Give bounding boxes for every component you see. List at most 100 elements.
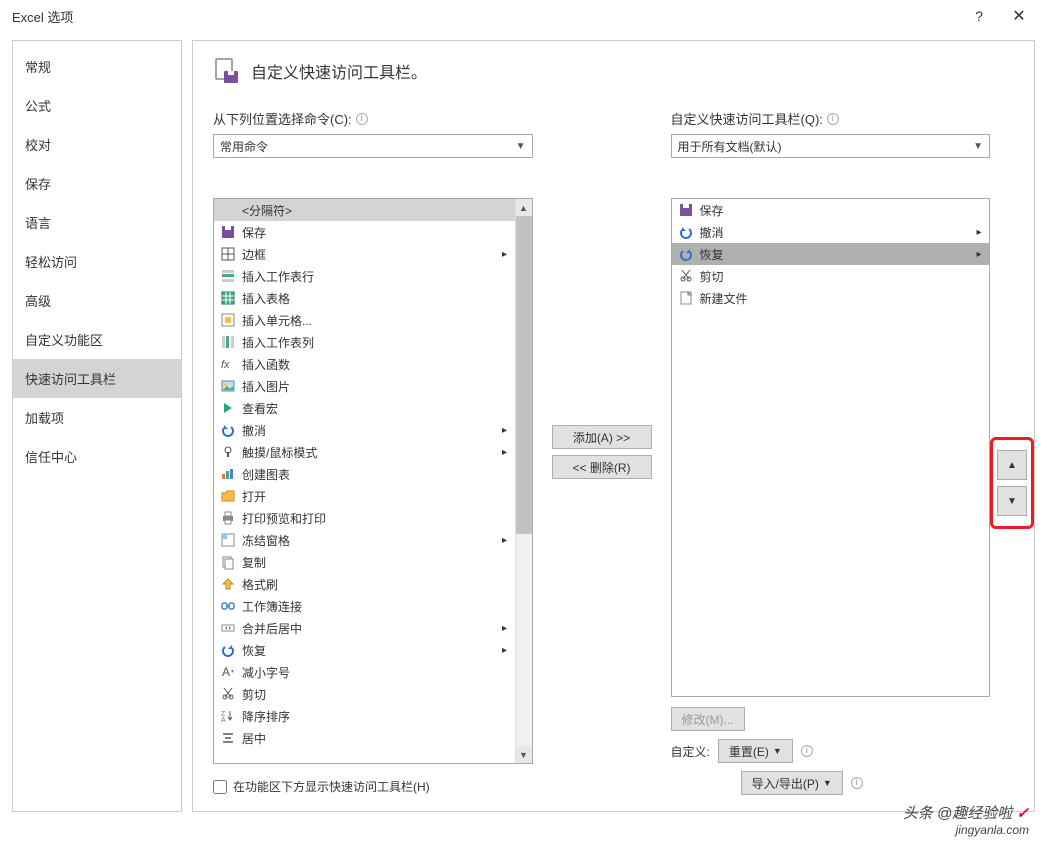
submenu-indicator: ▸ — [499, 623, 511, 634]
chevron-down-icon: ▼ — [516, 141, 526, 152]
command-item[interactable]: 插入工作表行 — [214, 265, 515, 287]
command-item[interactable]: 触摸/鼠标模式▸ — [214, 441, 515, 463]
command-item[interactable]: 插入图片 — [214, 375, 515, 397]
choose-commands-label: 从下列位置选择命令(C): — [213, 109, 352, 128]
command-item[interactable]: 合并后居中▸ — [214, 617, 515, 639]
help-button[interactable]: ? — [959, 8, 999, 24]
command-item[interactable]: 撤消▸ — [214, 419, 515, 441]
insert-cells-icon — [220, 312, 236, 328]
sidebar-item[interactable]: 自定义功能区 — [13, 320, 181, 359]
customize-label: 自定义: — [671, 743, 710, 760]
command-item[interactable]: 查看宏 — [214, 397, 515, 419]
scroll-up-button[interactable]: ▲ — [516, 199, 532, 216]
reset-button[interactable]: 重置(E) ▼ — [718, 739, 793, 763]
sidebar-item[interactable]: 保存 — [13, 164, 181, 203]
sidebar-item[interactable]: 信任中心 — [13, 437, 181, 476]
sort-desc-icon: ZA — [220, 708, 236, 724]
sidebar-item[interactable]: 轻松访问 — [13, 242, 181, 281]
info-icon[interactable]: i — [801, 745, 813, 757]
undo-icon — [678, 224, 694, 240]
info-icon[interactable]: i — [827, 113, 839, 125]
sidebar-item[interactable]: 常规 — [13, 47, 181, 86]
qat-item[interactable]: 剪切 — [672, 265, 990, 287]
merge-icon — [220, 620, 236, 636]
command-item[interactable]: 插入工作表列 — [214, 331, 515, 353]
qat-scope-dropdown[interactable]: 用于所有文档(默认) ▼ — [671, 134, 991, 158]
qat-item[interactable]: 保存 — [672, 199, 990, 221]
border-icon — [220, 246, 236, 262]
macro-icon — [220, 400, 236, 416]
move-down-button[interactable]: ▼ — [997, 486, 1027, 516]
qat-item[interactable]: 撤消▸ — [672, 221, 990, 243]
scroll-down-button[interactable]: ▼ — [516, 746, 532, 763]
center-icon — [220, 730, 236, 746]
command-item[interactable]: 工作簿连接 — [214, 595, 515, 617]
sidebar-item[interactable]: 校对 — [13, 125, 181, 164]
window-title: Excel 选项 — [8, 7, 959, 26]
freeze-icon — [220, 532, 236, 548]
qat-item[interactable]: 恢复▸ — [672, 243, 990, 265]
commands-from-dropdown[interactable]: 常用命令 ▼ — [213, 134, 533, 158]
submenu-indicator: ▸ — [973, 227, 985, 238]
import-export-button[interactable]: 导入/导出(P) ▼ — [741, 771, 843, 795]
sidebar: 常规公式校对保存语言轻松访问高级自定义功能区快速访问工具栏加载项信任中心 — [12, 40, 182, 812]
chart-icon — [220, 466, 236, 482]
command-item[interactable]: 剪切 — [214, 683, 515, 705]
copy-icon — [220, 554, 236, 570]
submenu-indicator: ▸ — [499, 249, 511, 260]
command-item[interactable]: A减小字号 — [214, 661, 515, 683]
sidebar-item[interactable]: 高级 — [13, 281, 181, 320]
submenu-indicator: ▸ — [499, 645, 511, 656]
scrollbar[interactable]: ▲ ▼ — [515, 199, 532, 763]
command-item[interactable]: 复制 — [214, 551, 515, 573]
submenu-indicator: ▸ — [499, 535, 511, 546]
command-item[interactable]: 创建图表 — [214, 463, 515, 485]
titlebar: Excel 选项 ? ✕ — [0, 0, 1047, 32]
command-item[interactable]: 打印预览和打印 — [214, 507, 515, 529]
command-item[interactable]: 插入表格 — [214, 287, 515, 309]
svg-text:A: A — [222, 665, 230, 679]
remove-button[interactable]: << 删除(R) — [552, 455, 652, 479]
chevron-down-icon: ▼ — [973, 141, 983, 152]
current-qat-list[interactable]: 保存撤消▸恢复▸剪切新建文件 — [671, 198, 991, 697]
insert-row-icon — [220, 268, 236, 284]
link-icon — [220, 598, 236, 614]
command-item[interactable]: 保存 — [214, 221, 515, 243]
sidebar-item[interactable]: 公式 — [13, 86, 181, 125]
sidebar-item[interactable]: 语言 — [13, 203, 181, 242]
qat-icon — [213, 57, 241, 85]
touch-icon — [220, 444, 236, 460]
separator-item[interactable]: <分隔符> — [214, 199, 515, 221]
command-item[interactable]: 居中 — [214, 727, 515, 749]
insert-col-icon — [220, 334, 236, 350]
command-item[interactable]: 插入单元格... — [214, 309, 515, 331]
command-item[interactable]: ZA降序排序 — [214, 705, 515, 727]
info-icon[interactable]: i — [356, 113, 368, 125]
watermark: 头条 @趣经验啦 ✓ jingyanla.com — [903, 802, 1029, 837]
show-below-ribbon-checkbox[interactable] — [213, 780, 227, 794]
available-commands-list[interactable]: <分隔符>保存边框▸插入工作表行插入表格插入单元格...插入工作表列fx插入函数… — [213, 198, 533, 764]
command-item[interactable]: 冻结窗格▸ — [214, 529, 515, 551]
print-icon — [220, 510, 236, 526]
modify-button[interactable]: 修改(M)... — [671, 707, 745, 731]
command-item[interactable]: 恢复▸ — [214, 639, 515, 661]
add-button[interactable]: 添加(A) >> — [552, 425, 652, 449]
info-icon[interactable]: i — [851, 777, 863, 789]
command-item[interactable]: fx插入函数 — [214, 353, 515, 375]
command-item[interactable]: 格式刷 — [214, 573, 515, 595]
command-item[interactable]: 打开 — [214, 485, 515, 507]
page-title: 自定义快速访问工具栏。 — [251, 59, 427, 83]
format-painter-icon — [220, 576, 236, 592]
close-button[interactable]: ✕ — [999, 6, 1039, 26]
svg-text:fx: fx — [221, 359, 230, 371]
newfile-icon — [678, 290, 694, 306]
font-dec-icon: A — [220, 664, 236, 680]
submenu-indicator: ▸ — [499, 425, 511, 436]
move-up-button[interactable]: ▲ — [997, 450, 1027, 480]
customize-qat-label: 自定义快速访问工具栏(Q): — [671, 109, 823, 128]
show-below-ribbon-label: 在功能区下方显示快速访问工具栏(H) — [233, 778, 430, 795]
sidebar-item[interactable]: 快速访问工具栏 — [13, 359, 181, 398]
qat-item[interactable]: 新建文件 — [672, 287, 990, 309]
sidebar-item[interactable]: 加载项 — [13, 398, 181, 437]
command-item[interactable]: 边框▸ — [214, 243, 515, 265]
